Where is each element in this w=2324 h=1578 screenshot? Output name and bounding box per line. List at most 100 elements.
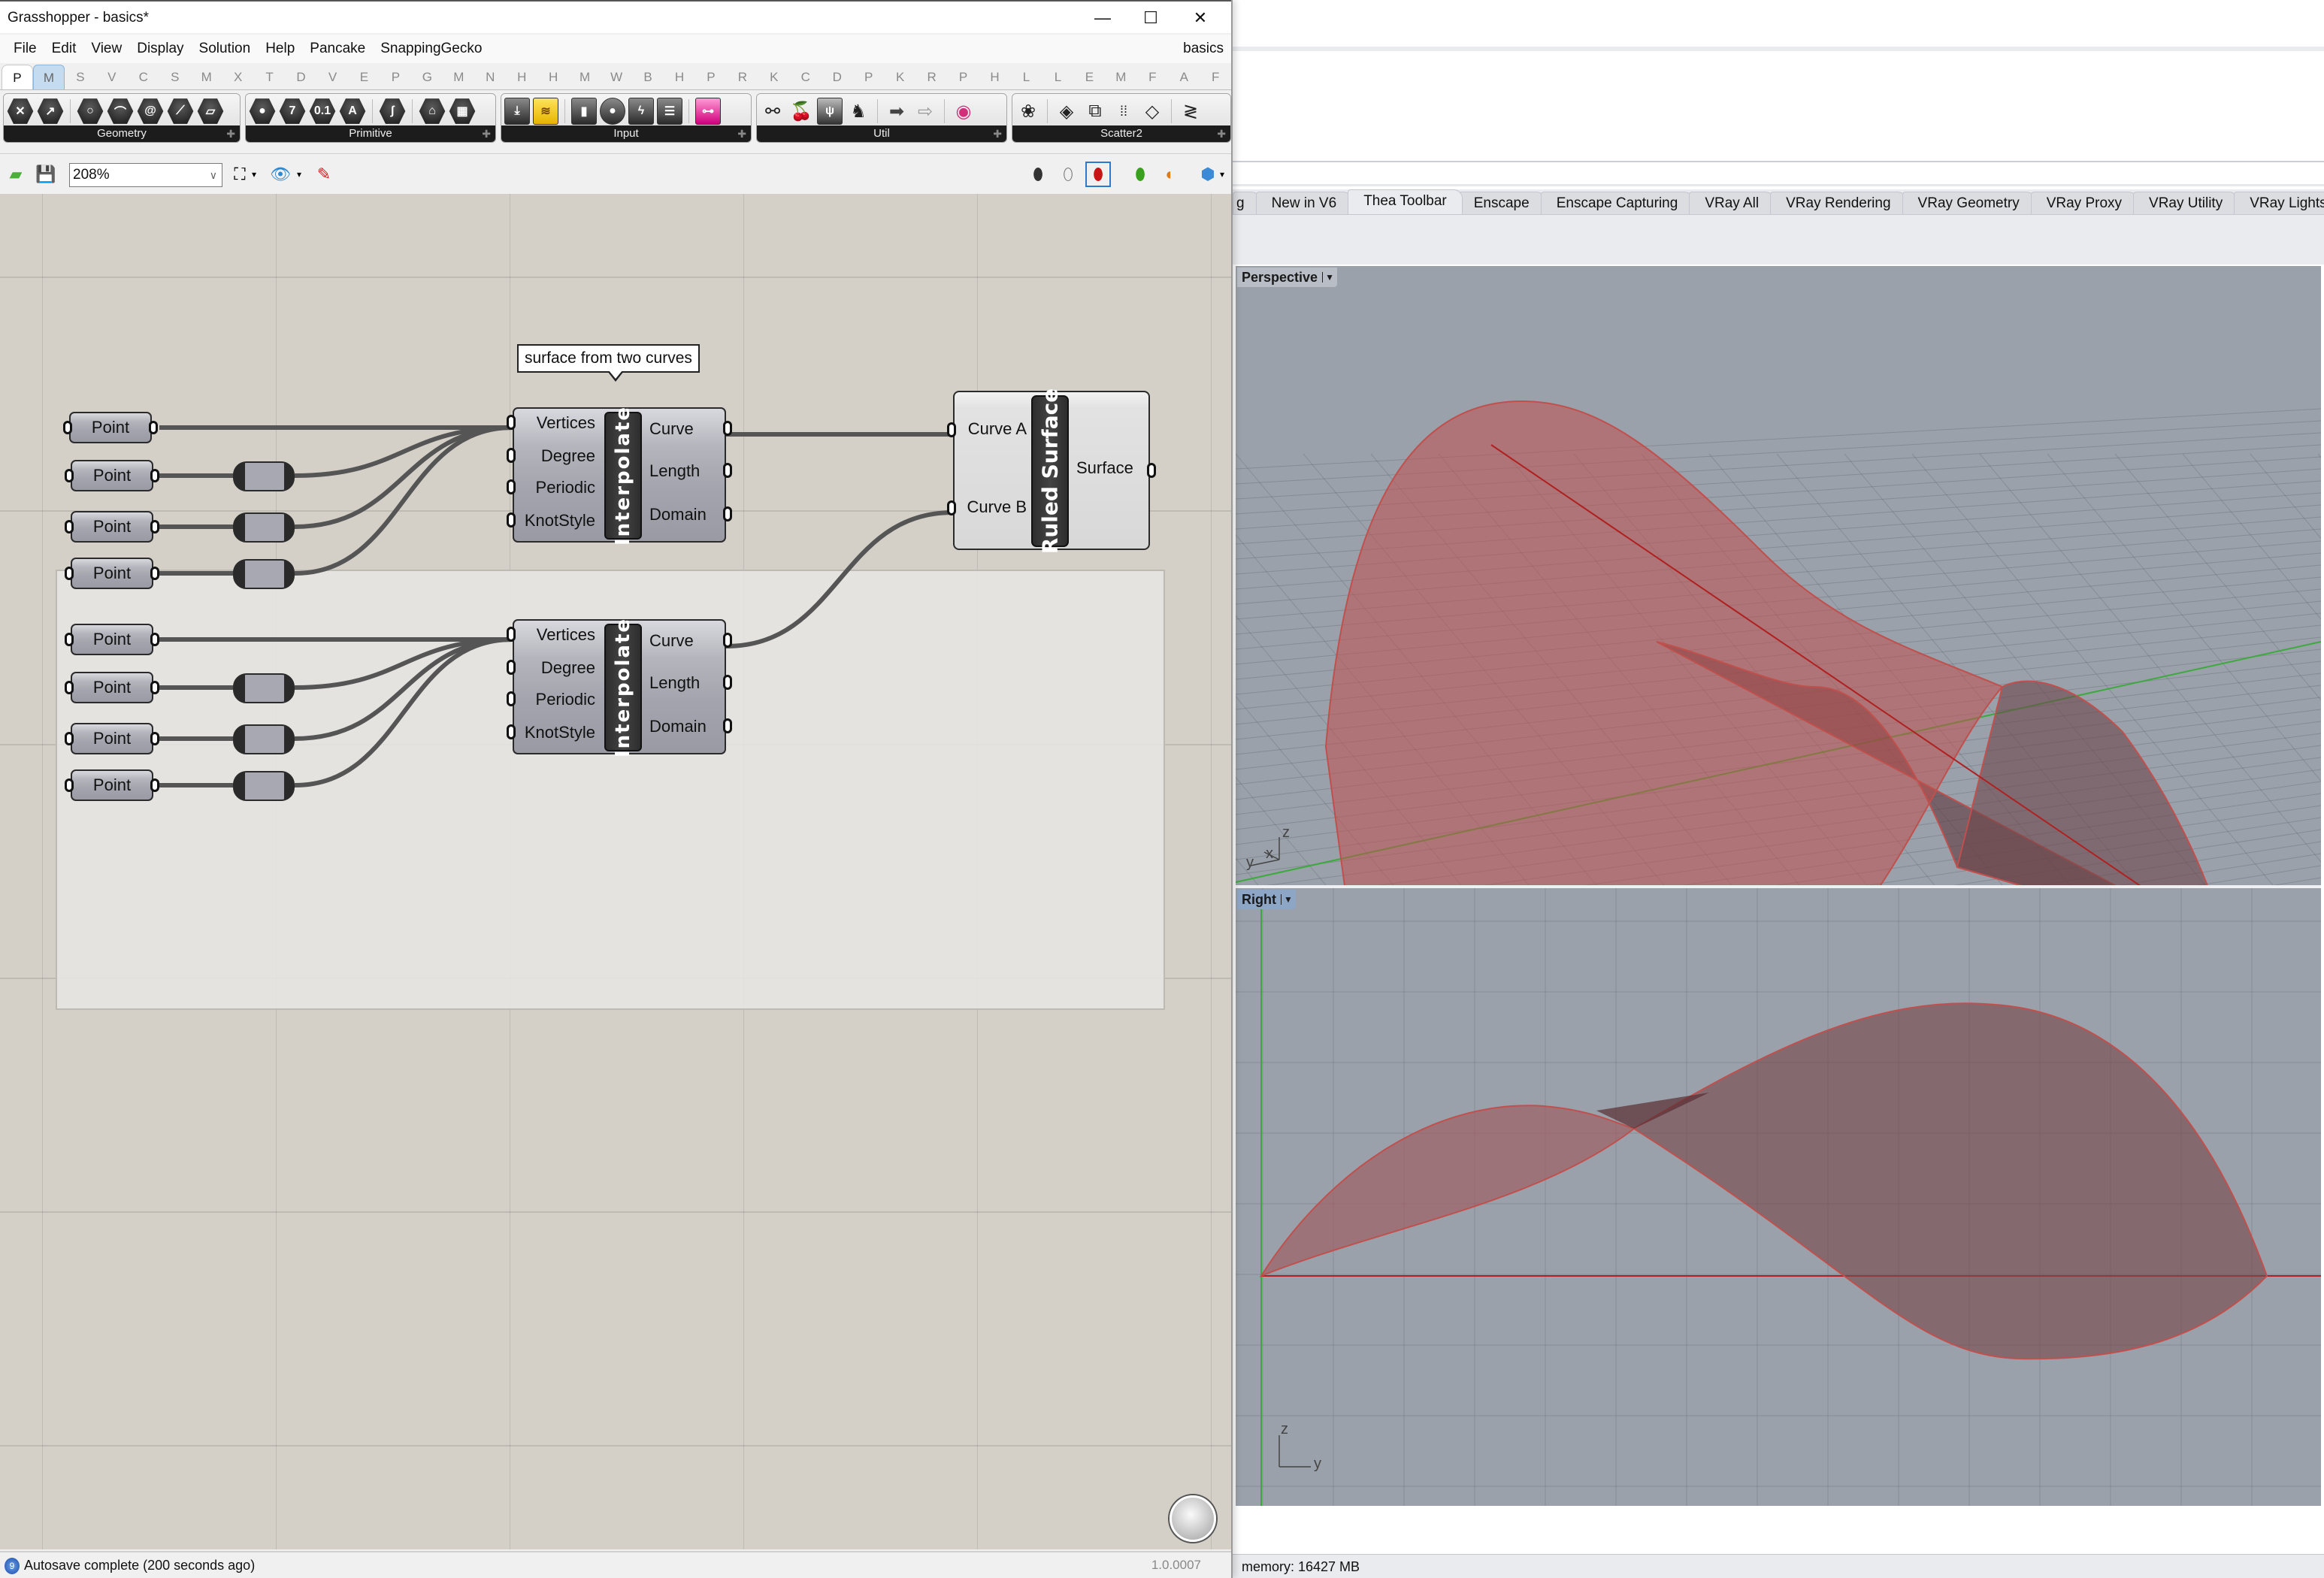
geometry-x-icon[interactable]: ✕ [7,98,34,124]
selected-preview-icon[interactable]: ⬮ [1127,162,1153,187]
cherry-icon[interactable]: 🍒 [788,98,814,125]
value-list-icon[interactable]: ☰ [657,98,682,125]
tree-icon[interactable]: ψ [817,98,843,125]
ribbon-tab[interactable]: M [32,65,65,89]
input-curve-b[interactable]: Curve B [967,497,1027,517]
output-domain[interactable]: Domain [649,505,707,524]
ribbon-tab[interactable]: C [790,65,822,89]
viewport-menu-dropdown-icon[interactable]: ▼ [1322,272,1334,283]
point-param[interactable]: Point [65,624,159,655]
viewport-right[interactable]: zy Right ▼ [1236,888,2321,1506]
swatch-icon[interactable]: ⊶ [695,98,721,125]
input-grip[interactable] [65,567,74,580]
path-icon[interactable]: ʃ [379,98,406,124]
interpolate-component[interactable]: Vertices Degree Periodic KnotStyle Inter… [507,618,732,757]
viewport-menu-dropdown-icon[interactable]: ▼ [1280,894,1293,905]
glasses-icon[interactable]: ⚯ [760,98,785,125]
ribbon-tab[interactable]: H [979,65,1011,89]
output-grip[interactable] [150,778,159,792]
shaded-preview-icon[interactable]: ⬮ [1085,162,1111,187]
title-bar[interactable]: Grasshopper - basics* — ☐ ✕ [0,0,1231,33]
dropdown-arrow-icon[interactable]: ▾ [248,162,260,187]
zoom-level-select[interactable]: 208% ∨ [69,163,222,187]
input-curve-a[interactable]: Curve A [968,419,1027,439]
solver-widget-icon[interactable] [1170,1495,1216,1542]
output-grip[interactable] [150,469,159,482]
menu-solution[interactable]: Solution [192,41,259,57]
import-icon[interactable]: ⤓ [504,98,530,125]
input-grip[interactable] [65,681,74,694]
data-icon[interactable]: ⌂ [419,98,446,124]
ribbon-tab[interactable]: F [1200,65,1231,89]
relay-node[interactable] [233,673,295,703]
rhino-tab[interactable]: VRay Utility [2133,192,2239,214]
ribbon-tab[interactable]: L [1011,65,1042,89]
wire[interactable] [294,637,513,741]
gradient-icon[interactable]: ≋ [533,98,558,125]
wire[interactable] [725,510,954,648]
close-button[interactable]: ✕ [1177,3,1224,33]
ribbon-tab[interactable]: D [286,65,317,89]
input-grip[interactable] [65,633,74,646]
curve-twist-icon[interactable]: ≷ [1178,98,1203,125]
wireframe-preview-icon[interactable]: ⬯ [1055,162,1081,187]
ribbon-tab[interactable]: F [1136,65,1168,89]
ribbon-tab[interactable]: D [822,65,853,89]
rhino-tab[interactable]: VRay Geometry [1902,192,2035,214]
ribbon-tab[interactable]: N [474,65,506,89]
menu-view[interactable]: View [83,41,129,57]
input-grip[interactable] [65,469,74,482]
point-param[interactable]: Point [65,511,159,543]
scribble-note[interactable]: surface from two curves [517,344,700,373]
toggle-icon[interactable]: ▮ [571,98,597,125]
grid-dots-icon[interactable]: ⁞⁞ [1111,98,1136,125]
point-param[interactable]: Point [63,412,158,443]
input-knotstyle[interactable]: KnotStyle [525,511,595,531]
output-grip[interactable] [150,520,159,534]
ribbon-tab[interactable]: M [191,65,222,89]
arrow-outline-icon[interactable]: ⇨ [912,98,938,125]
dropdown-arrow-icon[interactable]: ▾ [1216,162,1228,187]
ribbon-tab[interactable]: M [1105,65,1136,89]
ruled-surface-component[interactable]: Curve A Curve B Ruled Surface Surface [947,388,1156,554]
relay-node[interactable] [233,461,295,491]
ribbon-tab[interactable]: C [128,65,159,89]
menu-file[interactable]: File [6,41,44,57]
output-grip[interactable] [150,633,159,646]
rhino-tab[interactable]: VRay Rendering [1770,192,1907,214]
menu-snappinggecko[interactable]: SnappingGecko [373,41,489,57]
input-vertices[interactable]: Vertices [537,413,595,433]
ribbon-tab[interactable]: H [506,65,537,89]
viewport-label-perspective[interactable]: Perspective ▼ [1237,268,1337,287]
ribbon-tab[interactable]: G [411,65,443,89]
circle-icon[interactable]: ○ [77,98,104,124]
input-grip[interactable] [507,691,516,706]
point-param[interactable]: Point [65,769,159,801]
output-curve[interactable]: Curve [649,631,694,651]
arrow-right-icon[interactable]: ➡ [884,98,909,125]
output-grip[interactable] [723,421,732,436]
boolean-icon[interactable]: ● [249,98,276,124]
rhino-tab[interactable]: Enscape Capturing [1540,192,1694,214]
output-grip[interactable] [723,718,732,733]
ribbon-tab[interactable]: V [96,65,128,89]
ribbon-tab[interactable]: W [601,65,632,89]
ribbon-tab[interactable]: A [1168,65,1200,89]
pin-icon[interactable]: ✚ [482,125,491,142]
ribbon-tab[interactable]: S [159,65,191,89]
menu-display[interactable]: Display [129,41,191,57]
input-grip[interactable] [507,724,516,739]
ribbon-tab[interactable]: L [1042,65,1073,89]
ribbon-tab[interactable]: P [853,65,885,89]
output-grip[interactable] [723,675,732,690]
document-name[interactable]: basics [1183,35,1224,63]
shape-icon[interactable]: ◇ [1139,98,1165,125]
point-param[interactable]: Point [65,723,159,754]
ribbon-tab[interactable]: X [222,65,254,89]
input-grip[interactable] [65,520,74,534]
ribbon-tab[interactable]: H [537,65,569,89]
relay-node[interactable] [233,512,295,543]
viewport-perspective[interactable]: z yx Perspective ▼ [1236,266,2321,885]
document-preview-icon[interactable]: ◐ [1157,162,1183,187]
ribbon-tab[interactable]: E [348,65,380,89]
